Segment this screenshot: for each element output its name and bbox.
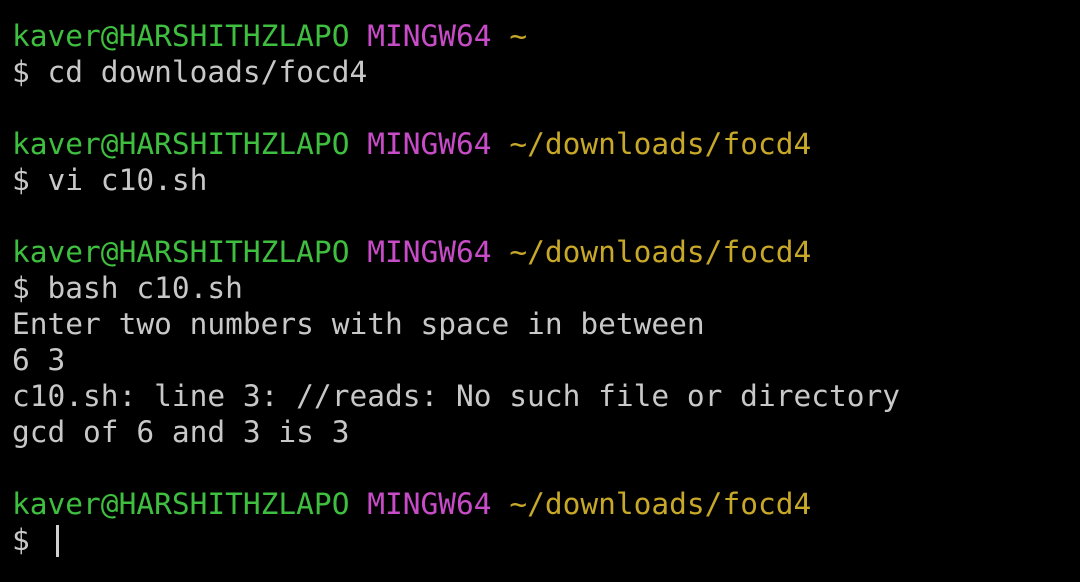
prompt-line: kaver@HARSHITHZLAPO MINGW64 ~/downloads/… bbox=[12, 486, 1070, 522]
output-line: 6 3 bbox=[12, 343, 66, 377]
prompt-line: kaver@HARSHITHZLAPO MINGW64 ~/downloads/… bbox=[12, 234, 1070, 270]
prompt-path: ~/downloads/focd4 bbox=[509, 487, 812, 521]
output-line: c10.sh: line 3: //reads: No such file or… bbox=[12, 379, 901, 413]
command-line: $ vi c10.sh bbox=[12, 163, 208, 197]
prompt-system: MINGW64 bbox=[367, 487, 492, 521]
prompt-path: ~ bbox=[509, 19, 528, 53]
prompt-system: MINGW64 bbox=[367, 127, 492, 161]
command-line: $ bash c10.sh bbox=[12, 271, 243, 305]
terminal-window[interactable]: kaver@HARSHITHZLAPO MINGW64 ~ $ cd downl… bbox=[0, 0, 1080, 582]
output-line: gcd of 6 and 3 is 3 bbox=[12, 415, 350, 449]
output-line: Enter two numbers with space in between bbox=[12, 307, 705, 341]
prompt-path: ~/downloads/focd4 bbox=[509, 235, 812, 269]
prompt-user-host: kaver@HARSHITHZLAPO bbox=[12, 19, 350, 53]
prompt-system: MINGW64 bbox=[367, 235, 492, 269]
prompt-path: ~/downloads/focd4 bbox=[509, 127, 812, 161]
command-input-line[interactable]: $ bbox=[12, 522, 1070, 558]
prompt-user-host: kaver@HARSHITHZLAPO bbox=[12, 235, 350, 269]
prompt-line: kaver@HARSHITHZLAPO MINGW64 ~ bbox=[12, 18, 1070, 54]
prompt-system: MINGW64 bbox=[367, 19, 492, 53]
prompt-user-host: kaver@HARSHITHZLAPO bbox=[12, 127, 350, 161]
command-line: $ cd downloads/focd4 bbox=[12, 55, 368, 89]
text-cursor bbox=[55, 525, 59, 557]
command-prompt-symbol: $ bbox=[12, 523, 48, 557]
prompt-line: kaver@HARSHITHZLAPO MINGW64 ~/downloads/… bbox=[12, 126, 1070, 162]
prompt-user-host: kaver@HARSHITHZLAPO bbox=[12, 487, 350, 521]
